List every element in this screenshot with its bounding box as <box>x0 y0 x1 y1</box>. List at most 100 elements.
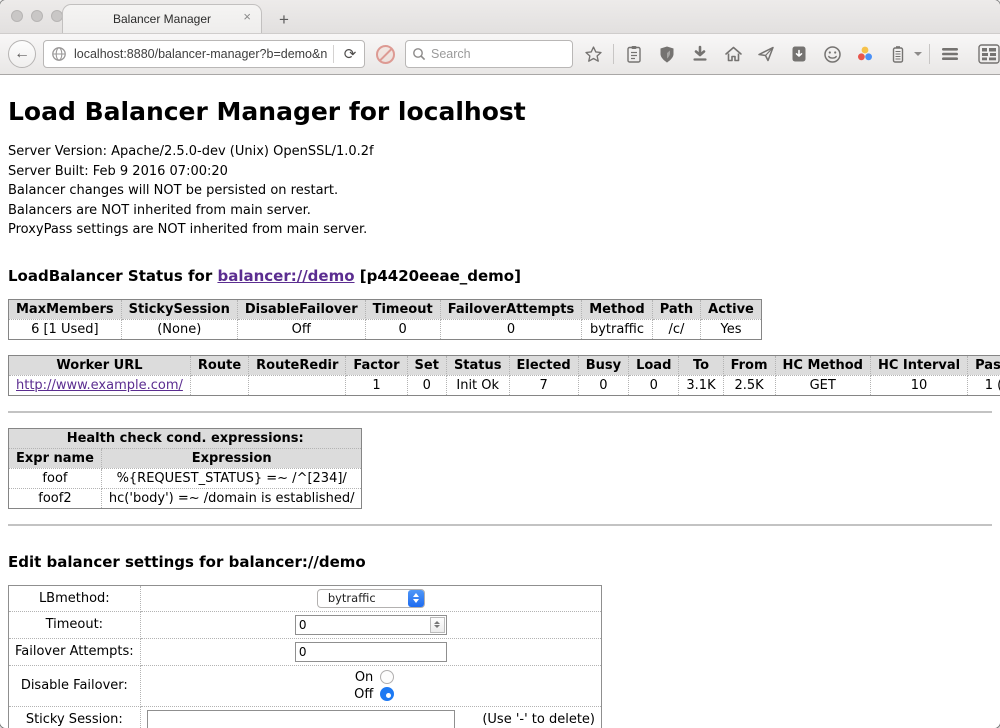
server-version-line: Server Version: Apache/2.5.0-dev (Unix) … <box>8 142 992 162</box>
close-window-button[interactable] <box>11 10 23 22</box>
feedback-button[interactable] <box>819 41 845 67</box>
status-heading-prefix: LoadBalancer Status for <box>8 267 217 285</box>
cell-from: 2.5K <box>723 375 775 395</box>
cell-route <box>190 375 248 395</box>
edit-settings-heading: Edit balancer settings for balancer://de… <box>8 553 992 571</box>
persist-notice: Balancer changes will NOT be persisted o… <box>8 181 992 201</box>
timeout-field-wrap <box>295 615 447 635</box>
cell-stickysession: (None) <box>121 319 237 339</box>
table-row: foof2 hc('body') =~ /domain is establish… <box>9 488 362 508</box>
url-bar[interactable]: localhost:8880/balancer-manager?b=demo&n… <box>43 40 365 68</box>
balancer-demo-link[interactable]: balancer://demo <box>217 267 354 285</box>
radio-on-label: On <box>347 670 373 685</box>
cell-maxmembers: 6 [1 Used] <box>9 319 122 339</box>
browser-window: Balancer Manager × + ← localhost:8880/ba… <box>0 0 1000 728</box>
search-icon <box>412 47 426 61</box>
browser-tab[interactable]: Balancer Manager × <box>62 4 262 33</box>
chevron-down-icon[interactable] <box>914 52 922 56</box>
col-worker-url: Worker URL <box>9 355 191 375</box>
balancer-status-heading: LoadBalancer Status for balancer://demo … <box>8 267 992 285</box>
col-route: Route <box>190 355 248 375</box>
form-row-failover-attempts: Failover Attempts: <box>9 638 602 665</box>
col-active: Active <box>701 299 762 319</box>
tab-close-icon[interactable]: × <box>243 10 251 23</box>
sticky-session-note: (Use '-' to delete) <box>482 712 595 727</box>
col-path: Path <box>652 299 700 319</box>
table-title-row: Health check cond. expressions: <box>9 428 362 448</box>
colored-dots-icon <box>856 45 874 63</box>
form-row-sticky-session: Sticky Session: (Use '-' to delete) <box>9 706 602 728</box>
cell-hc-interval: 10 <box>870 375 967 395</box>
back-button[interactable]: ← <box>8 40 36 68</box>
form-row-disable-failover: Disable Failover: On Off <box>9 665 602 706</box>
minimize-window-button[interactable] <box>31 10 43 22</box>
cell-factor: 1 <box>346 375 407 395</box>
lbmethod-select[interactable]: bytraffic <box>317 589 425 608</box>
failover-attempts-label: Failover Attempts: <box>9 638 141 665</box>
tab-groups-button[interactable] <box>976 41 1000 67</box>
cell-active: Yes <box>701 319 762 339</box>
downloads-button[interactable] <box>687 41 713 67</box>
window-controls <box>11 10 63 22</box>
cell-expr-name: foof2 <box>9 488 102 508</box>
cell-passes: 1 (0) <box>968 375 1000 395</box>
search-input[interactable] <box>431 47 541 61</box>
navigation-toolbar: ← localhost:8880/balancer-manager?b=demo… <box>0 33 1000 75</box>
col-expression: Expression <box>101 448 362 468</box>
col-method: Method <box>582 299 652 319</box>
cell-path: /c/ <box>652 319 700 339</box>
lbmethod-label: LBmethod: <box>9 585 141 611</box>
disable-failover-on-radio[interactable] <box>380 670 394 684</box>
reload-icon: ⟳ <box>344 47 357 62</box>
timeout-label: Timeout: <box>9 611 141 638</box>
paper-plane-icon <box>757 45 775 63</box>
new-tab-button[interactable]: + <box>268 7 300 33</box>
content-blocker-button[interactable] <box>372 41 398 67</box>
clipboard-icon <box>625 45 643 64</box>
failover-attempts-input[interactable] <box>295 642 447 662</box>
device-download-icon <box>791 45 807 63</box>
extension-battery-button[interactable] <box>885 41 911 67</box>
bookmark-star-button[interactable] <box>580 41 606 67</box>
divider <box>8 524 992 526</box>
send-tab-button[interactable] <box>753 41 779 67</box>
toolbar-divider <box>929 44 930 64</box>
extension-colors-button[interactable] <box>852 41 878 67</box>
col-maxmembers: MaxMembers <box>9 299 122 319</box>
col-set: Set <box>407 355 446 375</box>
page-title: Load Balancer Manager for localhost <box>8 75 992 126</box>
table-header-row: Worker URL Route RouteRedir Factor Set S… <box>9 355 1000 375</box>
col-expr-name: Expr name <box>9 448 102 468</box>
col-status: Status <box>446 355 509 375</box>
timeout-input[interactable] <box>296 618 430 632</box>
server-built-line: Server Built: Feb 9 2016 07:00:20 <box>8 162 992 182</box>
back-icon: ← <box>14 46 30 62</box>
site-identity-globe-icon[interactable] <box>50 41 68 67</box>
col-hc-method: HC Method <box>775 355 870 375</box>
radio-row-on: On <box>147 669 595 686</box>
home-button[interactable] <box>720 41 746 67</box>
grid-icon <box>978 44 1000 64</box>
radio-off-label: Off <box>347 687 373 702</box>
number-spinner-icon[interactable] <box>430 617 445 633</box>
balancer-status-table: MaxMembers StickySession DisableFailover… <box>8 299 762 340</box>
url-input[interactable]: localhost:8880/balancer-manager?b=demo&n… <box>74 47 327 61</box>
sticky-session-input[interactable] <box>147 710 455 728</box>
download-arrow-icon <box>691 45 709 63</box>
reload-button[interactable]: ⟳ <box>340 41 360 67</box>
menu-button[interactable] <box>937 41 963 67</box>
title-bar: Balancer Manager × + <box>0 0 1000 33</box>
search-bar[interactable] <box>405 40 573 68</box>
disable-failover-off-radio[interactable] <box>380 687 394 701</box>
inherit-notice: Balancers are NOT inherited from main se… <box>8 201 992 221</box>
cell-expression: hc('body') =~ /domain is established/ <box>101 488 362 508</box>
toolbar-divider <box>613 44 614 64</box>
sync-device-button[interactable] <box>786 41 812 67</box>
divider <box>8 411 992 413</box>
select-stepper-icon <box>408 590 424 607</box>
shield-button[interactable] <box>654 41 680 67</box>
worker-url-link[interactable]: http://www.example.com/ <box>16 378 183 393</box>
battery-icon <box>891 45 905 64</box>
bookmarks-menu-button[interactable] <box>621 41 647 67</box>
table-header-row: MaxMembers StickySession DisableFailover… <box>9 299 762 319</box>
